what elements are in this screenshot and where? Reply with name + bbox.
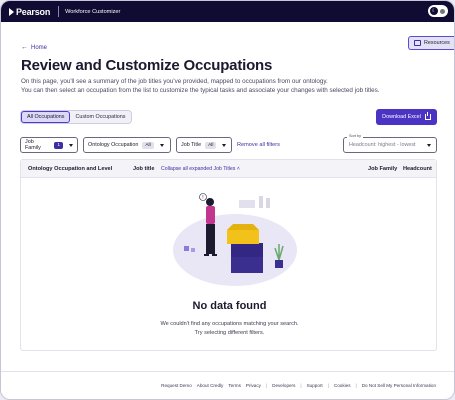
- job-title-badge: All: [205, 141, 217, 149]
- footer-link-do-not-sell[interactable]: Do Not Sell My Personal Information: [362, 383, 436, 388]
- footer: Request Demo About Credly Terms Privacy …: [1, 371, 454, 399]
- book-icon: [414, 40, 421, 46]
- occupation-tabs: All Occupations Custom Occupations: [20, 110, 132, 124]
- footer-separator: |: [265, 383, 268, 388]
- empty-state-title: No data found: [192, 300, 267, 312]
- download-icon: [424, 112, 431, 120]
- chevron-up-icon: ˄: [236, 166, 240, 172]
- ontology-occupation-filter[interactable]: Ontology Occupation All: [83, 137, 171, 153]
- footer-link-support[interactable]: Support: [307, 383, 323, 388]
- home-label: Home: [31, 44, 48, 51]
- description-line-1: On this page, you'll see a summary of th…: [21, 78, 328, 85]
- home-link[interactable]: ← Home: [21, 44, 47, 51]
- chevron-down-icon: [69, 143, 73, 147]
- job-title-label: Job Title: [181, 142, 202, 148]
- remove-all-filters-link[interactable]: Remove all filters: [237, 142, 280, 148]
- sort-select[interactable]: Headcount: highest - lowest: [343, 137, 437, 153]
- theme-toggle[interactable]: ☾: [428, 5, 448, 17]
- empty-state-illustration: !: [173, 193, 297, 286]
- app-title: Workforce Customizer: [65, 8, 121, 15]
- download-excel-button[interactable]: Download Excel: [376, 109, 437, 125]
- chevron-down-icon: [427, 143, 431, 147]
- col-occupation-header[interactable]: Ontology Occupation and Level: [28, 166, 112, 172]
- header-divider: [58, 6, 60, 17]
- tab-all-occupations[interactable]: All Occupations: [21, 111, 71, 123]
- description-line-2: You can then select an occupation from t…: [21, 87, 380, 94]
- chevron-down-icon: [159, 143, 164, 147]
- ontology-badge: All: [142, 141, 154, 149]
- occupations-table: Ontology Occupation and Level Job title …: [20, 159, 437, 351]
- collapse-all-link[interactable]: Collapse all expanded Job Titles ˄: [161, 166, 240, 172]
- sort-value: Headcount: highest - lowest: [349, 142, 416, 148]
- footer-separator: |: [300, 383, 302, 388]
- download-label: Download Excel: [382, 114, 421, 120]
- top-navbar: Pearson Workforce Customizer ☾: [1, 1, 454, 22]
- sort-label: Sort by: [347, 134, 364, 138]
- logo-mark-icon: [9, 7, 14, 16]
- job-title-filter[interactable]: Job Title All: [176, 137, 232, 153]
- footer-link-about-credly[interactable]: About Credly: [197, 383, 224, 388]
- col-job-family-header[interactable]: Job Family: [368, 166, 397, 172]
- footer-separator: |: [355, 383, 357, 388]
- job-family-label: Job Family: [25, 139, 41, 151]
- page-title: Review and Customize Occupations: [21, 57, 273, 74]
- sun-icon: [440, 8, 445, 14]
- app-window: Pearson Workforce Customizer ☾ Resources…: [0, 0, 455, 400]
- empty-line-2: Try selecting different filters.: [194, 329, 265, 336]
- footer-links: Request Demo About Credly Terms Privacy …: [161, 383, 436, 388]
- table-header: Ontology Occupation and Level Job title …: [21, 160, 436, 178]
- job-family-filter[interactable]: Job Family 1: [20, 137, 78, 153]
- empty-state-description: We couldn't find any occupations matchin…: [21, 320, 438, 337]
- chevron-down-icon: [222, 143, 227, 147]
- svg-text:!: !: [202, 195, 203, 201]
- empty-line-1: We couldn't find any occupations matchin…: [160, 321, 299, 327]
- job-family-count-badge: 1: [54, 141, 63, 149]
- logo-text: Pearson: [16, 6, 51, 17]
- ontology-label: Ontology Occupation: [88, 142, 139, 148]
- footer-link-privacy[interactable]: Privacy: [246, 383, 261, 388]
- footer-link-terms[interactable]: Terms: [228, 383, 241, 388]
- page-description: On this page, you'll see a summary of th…: [21, 77, 441, 95]
- footer-link-developers[interactable]: Developers: [272, 383, 295, 388]
- arrow-left-icon: ←: [21, 44, 28, 51]
- moon-icon: ☾: [430, 7, 438, 15]
- col-job-title-header[interactable]: Job title: [133, 166, 154, 172]
- footer-separator: |: [327, 383, 329, 388]
- pearson-logo[interactable]: Pearson: [9, 7, 50, 17]
- col-headcount-header[interactable]: Headcount: [403, 166, 432, 172]
- footer-link-cookies[interactable]: Cookies: [334, 383, 351, 388]
- footer-link-request-demo[interactable]: Request Demo: [161, 383, 192, 388]
- resources-button[interactable]: Resources: [408, 36, 454, 50]
- tab-custom-occupations[interactable]: Custom Occupations: [70, 111, 130, 123]
- resources-label: Resources: [424, 40, 450, 46]
- collapse-label: Collapse all expanded Job Titles: [161, 166, 236, 172]
